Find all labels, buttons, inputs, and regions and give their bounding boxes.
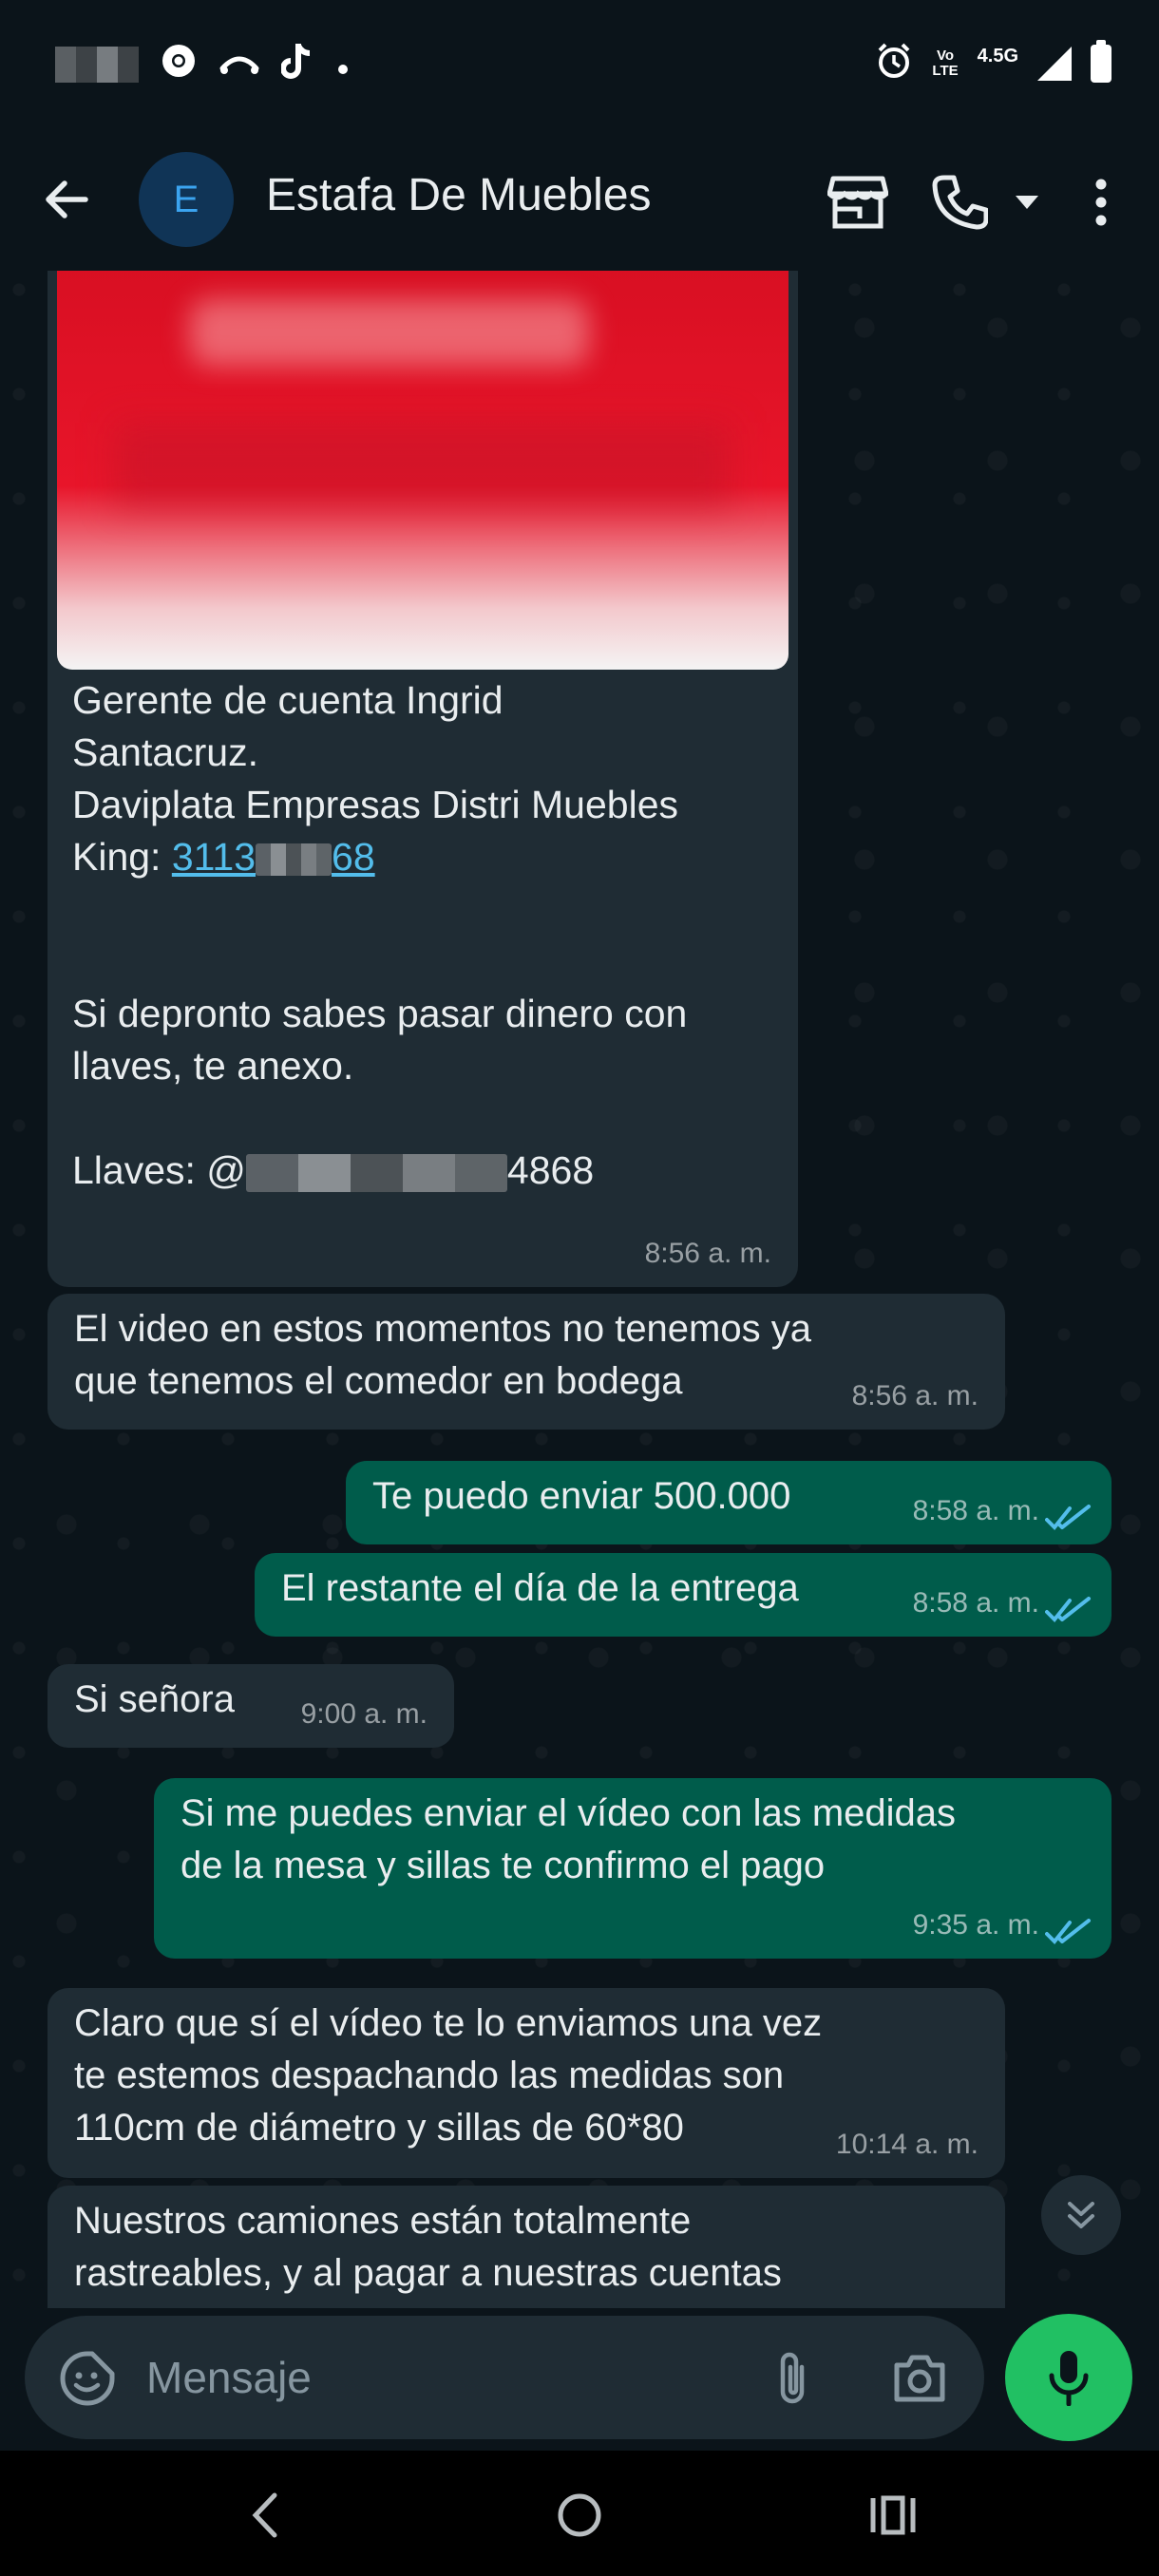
- message-incoming[interactable]: Claro que sí el vídeo te lo enviamos una…: [48, 1988, 1005, 2178]
- camera-icon: [894, 2355, 945, 2402]
- volte-indicator: Vo LTE: [932, 47, 959, 79]
- composer-bar: [0, 2308, 1159, 2451]
- read-receipt-icon: [1045, 1505, 1091, 1530]
- message-text: Si señora: [74, 1678, 235, 1720]
- phone-end: 68: [332, 835, 375, 879]
- message-text: Te puedo enviar 500.000: [372, 1475, 791, 1517]
- contact-name[interactable]: Estafa De Muebles: [266, 169, 652, 221]
- storefront-button[interactable]: [825, 169, 891, 236]
- notification-dot-icon: [336, 46, 350, 84]
- read-receipt-icon: [1045, 1919, 1091, 1944]
- sticker-icon: [60, 2351, 115, 2406]
- status-right: Vo LTE 4.5G: [875, 39, 1112, 85]
- caret-down-icon: [1016, 196, 1038, 209]
- message-text: El video en estos momentos no tenemos ya…: [74, 1308, 811, 1402]
- redacted-carrier: [55, 47, 139, 83]
- alarm-icon: [875, 42, 913, 85]
- redacted-keys: [245, 1154, 507, 1193]
- message-outgoing[interactable]: Si me puedes enviar el vídeo con las med…: [154, 1778, 1112, 1959]
- scroll-to-bottom-button[interactable]: [1041, 2175, 1121, 2255]
- caption-line: Llaves: @: [72, 1148, 246, 1192]
- attached-image[interactable]: [57, 271, 788, 670]
- message-text: El restante el día de la entrega: [281, 1567, 799, 1609]
- caption-line: Santacruz.: [72, 730, 258, 774]
- signal-icon: [1037, 46, 1072, 81]
- more-vertical-icon: [1095, 179, 1107, 226]
- caption-line: Gerente de cuenta Ingrid: [72, 678, 504, 722]
- missed-call-icon: [218, 46, 260, 84]
- message-time: 8:58 a. m.: [912, 1495, 1039, 1526]
- message-time: 9:00 a. m.: [300, 1698, 428, 1730]
- status-bar: Vo LTE 4.5G: [0, 0, 1159, 133]
- status-left: [55, 44, 350, 85]
- message-time: 8:58 a. m.: [912, 1587, 1039, 1619]
- network-type: 4.5G: [977, 46, 1018, 66]
- caption-line: King:: [72, 835, 172, 879]
- keys-end: 4868: [506, 1148, 595, 1192]
- emoji-sticker-button[interactable]: [57, 2348, 118, 2409]
- read-receipt-icon: [1045, 1597, 1091, 1622]
- call-button[interactable]: [926, 169, 993, 236]
- phone-number-link[interactable]: 3113 68: [172, 835, 375, 879]
- avatar[interactable]: E: [139, 152, 234, 247]
- message-time: 10:14 a. m.: [835, 2129, 978, 2160]
- microphone-icon: [1049, 2351, 1089, 2406]
- message-outgoing[interactable]: Te puedo enviar 500.000 8:58 a. m.: [346, 1461, 1112, 1544]
- call-dropdown-button[interactable]: [994, 169, 1060, 236]
- voice-message-button[interactable]: [1005, 2314, 1132, 2441]
- message-time: 9:35 a. m.: [912, 1909, 1039, 1941]
- caption-line: llaves, te anexo.: [72, 1044, 354, 1088]
- message-input[interactable]: [146, 2342, 754, 2413]
- arrow-left-icon: [46, 180, 88, 218]
- chat-header: E Estafa De Muebles: [0, 133, 1159, 271]
- phone-icon: [932, 175, 988, 230]
- paperclip-icon: [780, 2352, 805, 2404]
- chat-area[interactable]: Gerente de cuenta Ingrid Santacruz. Davipl…: [0, 271, 1159, 2308]
- system-nav-bar: [0, 2451, 1159, 2576]
- message-time: 8:56 a. m.: [644, 1238, 771, 1269]
- redacted-digits: [256, 843, 332, 877]
- message-outgoing[interactable]: El restante el día de la entrega 8:58 a.…: [255, 1553, 1112, 1637]
- message-incoming[interactable]: Si señora 9:00 a. m.: [48, 1664, 454, 1748]
- image-caption: Gerente de cuenta Ingrid Santacruz. Davipl…: [72, 674, 687, 1197]
- message-composer: [25, 2316, 984, 2439]
- tiktok-icon: [280, 42, 315, 87]
- home-circle-icon: [558, 2493, 601, 2537]
- storefront-icon: [827, 176, 888, 229]
- message-time: 8:56 a. m.: [851, 1380, 978, 1411]
- message-text: Claro que sí el vídeo te lo enviamos una…: [74, 2002, 823, 2149]
- message-incoming-image[interactable]: Gerente de cuenta Ingrid Santacruz. Davipl…: [48, 271, 798, 1287]
- nav-home-button[interactable]: [542, 2485, 618, 2546]
- more-options-button[interactable]: [1068, 169, 1134, 236]
- back-button[interactable]: [38, 171, 95, 228]
- attach-button[interactable]: [762, 2348, 823, 2409]
- message-incoming[interactable]: El video en estos momentos no tenemos ya…: [48, 1294, 1005, 1430]
- caption-line: Daviplata Empresas Distri Muebles: [72, 783, 679, 826]
- message-text: Si me puedes enviar el vídeo con las med…: [180, 1792, 957, 1886]
- camera-button[interactable]: [889, 2348, 950, 2409]
- message-incoming[interactable]: Nuestros camiones están totalmente rastr…: [48, 2186, 1005, 2308]
- phone-start: 3113: [171, 835, 256, 879]
- battery-icon: [1091, 39, 1112, 83]
- recents-icon: [870, 2495, 916, 2535]
- nav-back-button[interactable]: [226, 2485, 302, 2546]
- nav-recents-button[interactable]: [855, 2485, 931, 2546]
- chevron-left-icon: [252, 2492, 277, 2538]
- caption-line: Si depronto sabes pasar dinero con: [72, 992, 688, 1035]
- message-text: Nuestros camiones están totalmente rastr…: [74, 2200, 782, 2294]
- chrome-icon: [160, 42, 198, 87]
- double-chevron-down-icon: [1068, 2202, 1094, 2228]
